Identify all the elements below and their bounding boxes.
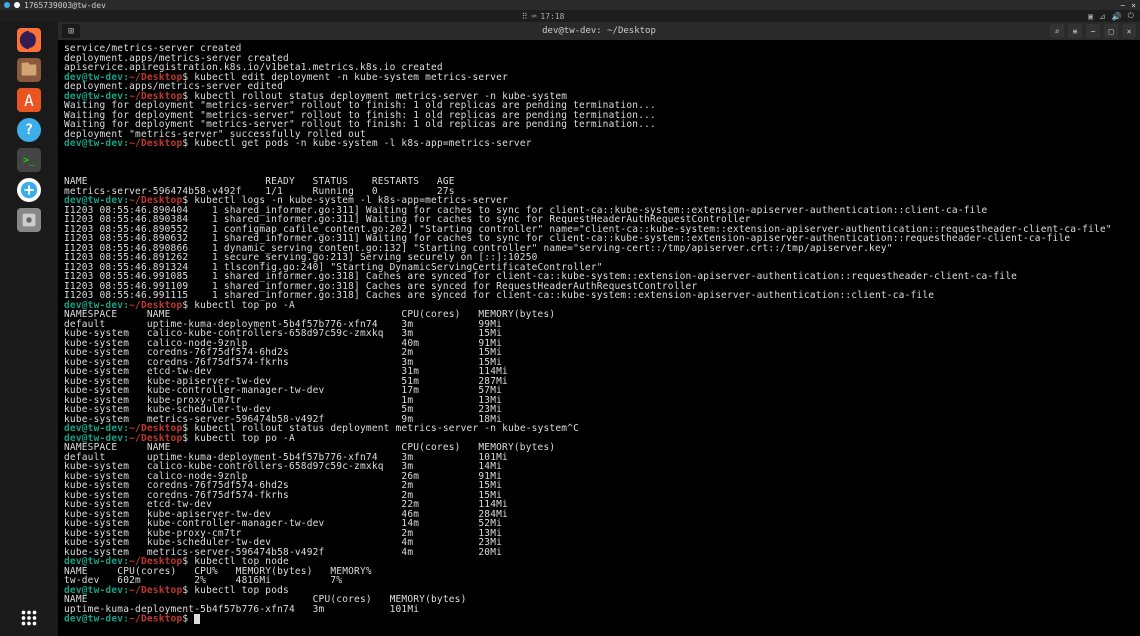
dock-terminal-icon[interactable]: >_ [17,148,41,172]
search-icon: ⌕ [1055,27,1060,36]
power-icon[interactable]: ⏻ [1128,11,1134,21]
statusbar-right: ▣ ⊿ 🔊 ⏻ [1088,11,1134,21]
activity-dot-icon [14,2,20,8]
dock-software-icon[interactable] [17,178,41,202]
keyboard-icon[interactable]: ⌨ [532,12,537,21]
terminal-new-tab-button[interactable]: ⊞ [62,24,80,38]
session-label: 1765739003@tw-dev [24,1,106,10]
terminal-maximize-button[interactable]: □ [1104,24,1118,38]
main-area: A ? >_ ⊞ dev@tw-dev: ~/Desktop ⌕ ≡ − [0,22,1140,636]
dock-disks-icon[interactable] [17,208,41,232]
terminal-menu-button[interactable]: ≡ [1068,24,1082,38]
network-icon[interactable]: ⊿ [1099,12,1106,21]
terminal-line: uptime-kuma-deployment-5b4f57b776-xfn74 … [64,605,1134,615]
dock-help-icon[interactable]: ? [17,118,41,142]
terminal-line [64,149,1134,159]
dock-store-icon[interactable]: A [17,88,41,112]
dock-firefox-icon[interactable] [17,28,41,52]
window-min-icon[interactable]: − [1120,1,1125,10]
window-close-icon[interactable]: × [1131,1,1136,10]
terminal-line [64,158,1134,168]
statusbar-center: ⠿ ⌨ 17:18 [522,12,565,21]
workspace-indicator-icon[interactable]: ⠿ [522,12,528,21]
terminal-window: ⊞ dev@tw-dev: ~/Desktop ⌕ ≡ − □ × servic… [58,22,1140,636]
dock-files-icon[interactable] [17,58,41,82]
dock: A ? >_ [0,22,58,636]
clock[interactable]: 17:18 [540,12,564,21]
minimize-icon: − [1091,27,1096,36]
terminal-line: dev@tw-dev:~/Desktop$ [64,614,1134,624]
plus-icon: ⊞ [68,26,74,37]
hamburger-icon: ≡ [1073,27,1078,36]
activity-dot-icon [4,2,10,8]
display-icon[interactable]: ▣ [1088,12,1093,21]
terminal-minimize-button[interactable]: − [1086,24,1100,38]
cursor [194,614,200,624]
maximize-icon: □ [1109,27,1114,36]
topbar-right: − × [1120,1,1136,10]
terminal-title: dev@tw-dev: ~/Desktop [542,26,656,36]
topbar-left: 1765739003@tw-dev [4,1,106,10]
volume-icon[interactable]: 🔊 [1112,12,1122,21]
terminal-search-button[interactable]: ⌕ [1050,24,1064,38]
terminal-output[interactable]: service/metrics-server createddeployment… [58,40,1140,636]
terminal-titlebar[interactable]: ⊞ dev@tw-dev: ~/Desktop ⌕ ≡ − □ × [58,22,1140,40]
dock-show-apps-icon[interactable] [17,606,41,630]
terminal-line: dev@tw-dev:~/Desktop$ kubectl get pods -… [64,139,1134,149]
terminal-close-button[interactable]: × [1122,24,1136,38]
close-icon: × [1127,27,1132,36]
desktop-topbar: 1765739003@tw-dev − × [0,0,1140,10]
desktop-statusbar: ⠿ ⌨ 17:18 ▣ ⊿ 🔊 ⏻ [0,10,1140,22]
